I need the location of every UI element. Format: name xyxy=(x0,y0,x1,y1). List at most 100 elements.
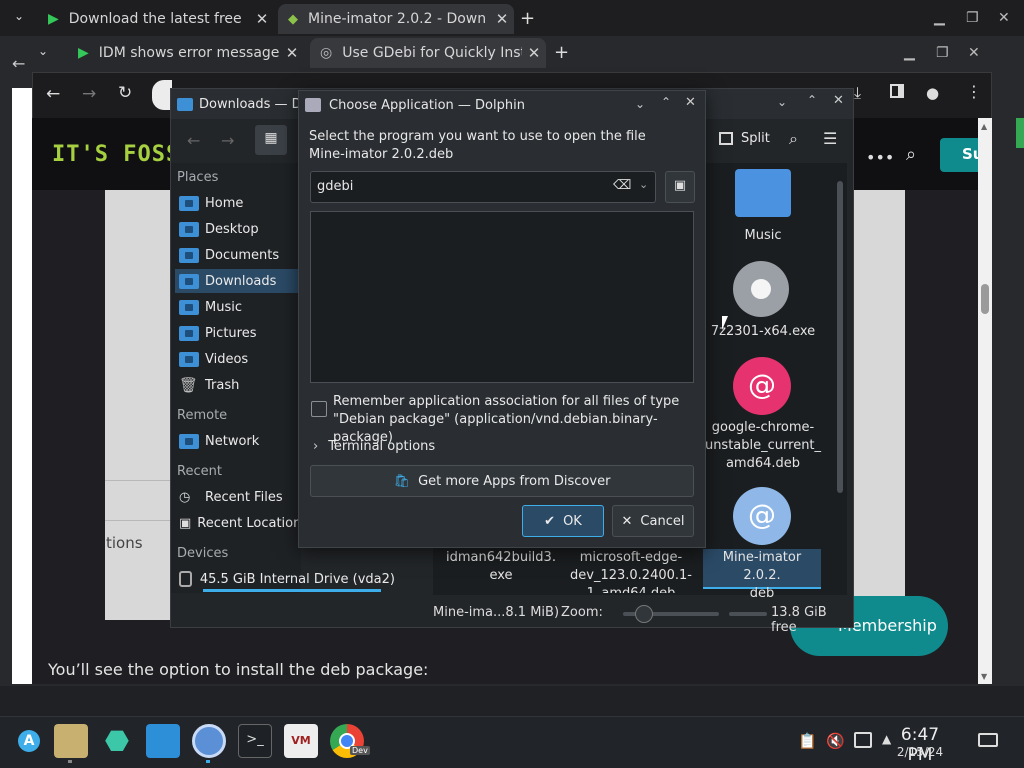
back-nav-icon[interactable]: ← xyxy=(187,131,200,150)
file-manager-taskbar-icon[interactable] xyxy=(54,724,88,758)
place-trash[interactable]: 🗑 Trash xyxy=(175,373,301,397)
debian-icon[interactable]: @ xyxy=(733,357,791,415)
browse-button[interactable]: ▣ xyxy=(665,171,695,203)
back-icon[interactable]: ← xyxy=(46,84,60,104)
file-view-scrollbar[interactable] xyxy=(837,181,843,493)
ok-button[interactable]: ✔ OK xyxy=(522,505,604,537)
chrome-taskbar-icon[interactable] xyxy=(192,724,226,758)
scroll-up-icon[interactable]: ▲ xyxy=(981,122,987,131)
chrome-dev-icon[interactable]: Dev xyxy=(330,724,370,758)
close-icon[interactable]: ✕ xyxy=(250,10,274,28)
tab-mine-imator[interactable]: ◆ Mine-imator 2.0.2 - Down ✕ xyxy=(278,4,514,34)
sidepanel-icon[interactable] xyxy=(890,84,904,98)
place-downloads[interactable]: Downloads xyxy=(175,269,301,293)
chevron-down-icon[interactable]: ⌄ xyxy=(639,178,648,191)
close-window-icon[interactable]: ✕ xyxy=(998,10,1010,26)
chevron-down-icon[interactable]: ⌄ xyxy=(777,95,787,109)
place-recent-files[interactable]: ◷ Recent Files xyxy=(175,485,301,509)
show-desktop-icon[interactable] xyxy=(978,733,998,747)
file-idman-exe[interactable]: idman642build3. exe xyxy=(443,549,559,585)
tab-search-chevron-icon[interactable]: ⌄ xyxy=(38,44,48,58)
clock-date[interactable]: 2/15/24 xyxy=(887,745,953,759)
zoom-slider[interactable] xyxy=(623,605,719,623)
file-music[interactable]: Music xyxy=(711,227,815,245)
chevron-up-icon[interactable]: ⌃ xyxy=(807,93,817,107)
restore-icon[interactable]: ❐ xyxy=(936,45,949,61)
tab-idm-error[interactable]: ▶ IDM shows error message v ✕ xyxy=(68,38,304,68)
new-tab-icon[interactable]: + xyxy=(554,42,569,63)
file-chrome-deb[interactable]: google-chrome- unstable_current_ amd64.d… xyxy=(699,419,827,473)
file-edge-deb[interactable]: microsoft-edge- dev_123.0.2400.1- 1_amd6… xyxy=(569,549,693,593)
debian-icon[interactable]: @ xyxy=(733,487,791,545)
place-desktop[interactable]: Desktop xyxy=(175,217,301,241)
place-home[interactable]: Home xyxy=(175,191,301,215)
drive-icon xyxy=(179,571,192,587)
close-icon[interactable]: ✕ xyxy=(522,44,546,62)
minimize-icon[interactable]: ▁ xyxy=(934,10,945,26)
scroll-down-icon[interactable]: ▼ xyxy=(981,672,987,681)
terminal-options-expander[interactable]: › Terminal options xyxy=(313,439,435,454)
close-icon[interactable]: ✕ xyxy=(490,10,514,28)
download-icon[interactable]: ⤓ xyxy=(854,83,861,103)
minimize-icon[interactable]: ▁ xyxy=(904,45,915,61)
gear-icon[interactable] xyxy=(733,261,789,317)
place-network[interactable]: Network xyxy=(175,429,301,453)
back-arrow-icon[interactable]: ← xyxy=(12,54,25,73)
clipboard-icon[interactable]: 📋 xyxy=(798,732,817,750)
card-side-text: tions xyxy=(106,534,143,552)
reload-icon[interactable]: ↻ xyxy=(118,83,132,103)
address-bar[interactable] xyxy=(152,80,172,110)
remember-checkbox[interactable] xyxy=(311,401,327,417)
chevron-up-icon[interactable]: ⌃ xyxy=(661,95,671,109)
device-internal-drive[interactable]: 45.5 GiB Internal Drive (vda2) xyxy=(175,567,395,591)
tab-gdebi[interactable]: ◎ Use GDebi for Quickly Inst ✕ xyxy=(310,38,546,68)
get-more-apps-button[interactable]: 🛍 Get more Apps from Discover xyxy=(310,465,694,497)
restore-icon[interactable]: ❐ xyxy=(966,10,979,26)
icons-view-icon[interactable]: ▦ xyxy=(255,125,287,155)
application-list[interactable] xyxy=(310,211,694,383)
menu-dots-icon[interactable]: ⋮ xyxy=(966,82,982,101)
place-recent-locations[interactable]: ▣ Recent Locations xyxy=(175,511,301,535)
volume-muted-icon[interactable]: 🔇 xyxy=(826,732,845,750)
app-launcher-icon[interactable]: A xyxy=(18,730,40,752)
application-search-input[interactable]: gdebi ⌫ ⌄ xyxy=(310,171,656,203)
tab-search-chevron-icon[interactable]: ⌄ xyxy=(8,9,30,29)
search-icon[interactable]: ⌕ xyxy=(906,144,916,165)
notifications-icon[interactable] xyxy=(854,732,872,748)
file-7z-exe[interactable]: 7z2301-x64.exe xyxy=(701,323,825,341)
split-button[interactable]: Split xyxy=(719,131,770,146)
hamburger-menu-icon[interactable]: ☰ xyxy=(823,129,837,148)
search-icon[interactable]: ⌕ xyxy=(789,129,798,149)
terminal-icon[interactable]: >_ xyxy=(238,724,272,758)
cancel-button[interactable]: ✕ Cancel xyxy=(612,505,694,537)
forward-nav-icon[interactable]: → xyxy=(221,131,234,150)
clear-text-icon[interactable]: ⌫ xyxy=(613,178,631,193)
discover-taskbar-icon[interactable] xyxy=(146,724,180,758)
system-monitor-icon[interactable]: ⬣ xyxy=(100,724,134,758)
site-favicon-icon: ◆ xyxy=(288,11,298,27)
downloads-folder-icon xyxy=(179,273,199,289)
more-icon[interactable]: ••• xyxy=(866,148,894,167)
new-tab-icon[interactable]: + xyxy=(520,8,535,29)
close-window-icon[interactable]: ✕ xyxy=(968,45,980,61)
close-icon[interactable]: ✕ xyxy=(280,44,304,62)
close-icon[interactable]: ✕ xyxy=(833,93,844,108)
close-icon[interactable]: ✕ xyxy=(685,95,696,110)
file-mine-imator-deb[interactable]: Mine-imator 2.0.2. deb xyxy=(703,549,821,601)
chevron-down-icon[interactable]: ⌄ xyxy=(635,97,645,111)
place-pictures[interactable]: Pictures xyxy=(175,321,301,345)
place-videos[interactable]: Videos xyxy=(175,347,301,371)
music-folder-icon[interactable] xyxy=(735,169,791,217)
scrollbar-thumb[interactable] xyxy=(981,284,989,314)
subscribe-button[interactable]: Su xyxy=(940,138,983,172)
profile-icon[interactable]: ● xyxy=(926,84,939,102)
forward-icon[interactable]: → xyxy=(82,84,96,104)
zoom-slider-thumb[interactable] xyxy=(635,605,653,623)
place-music[interactable]: Music xyxy=(175,295,301,319)
documents-folder-icon xyxy=(179,247,199,263)
site-logo[interactable]: IT'S FOSS xyxy=(52,142,180,167)
virtualbox-icon[interactable]: VM xyxy=(284,724,318,758)
place-documents[interactable]: Documents xyxy=(175,243,301,267)
tab-download-latest[interactable]: ▶ Download the latest free ✕ xyxy=(38,4,274,34)
page-scrollbar[interactable]: ▲ ▼ xyxy=(978,118,992,684)
